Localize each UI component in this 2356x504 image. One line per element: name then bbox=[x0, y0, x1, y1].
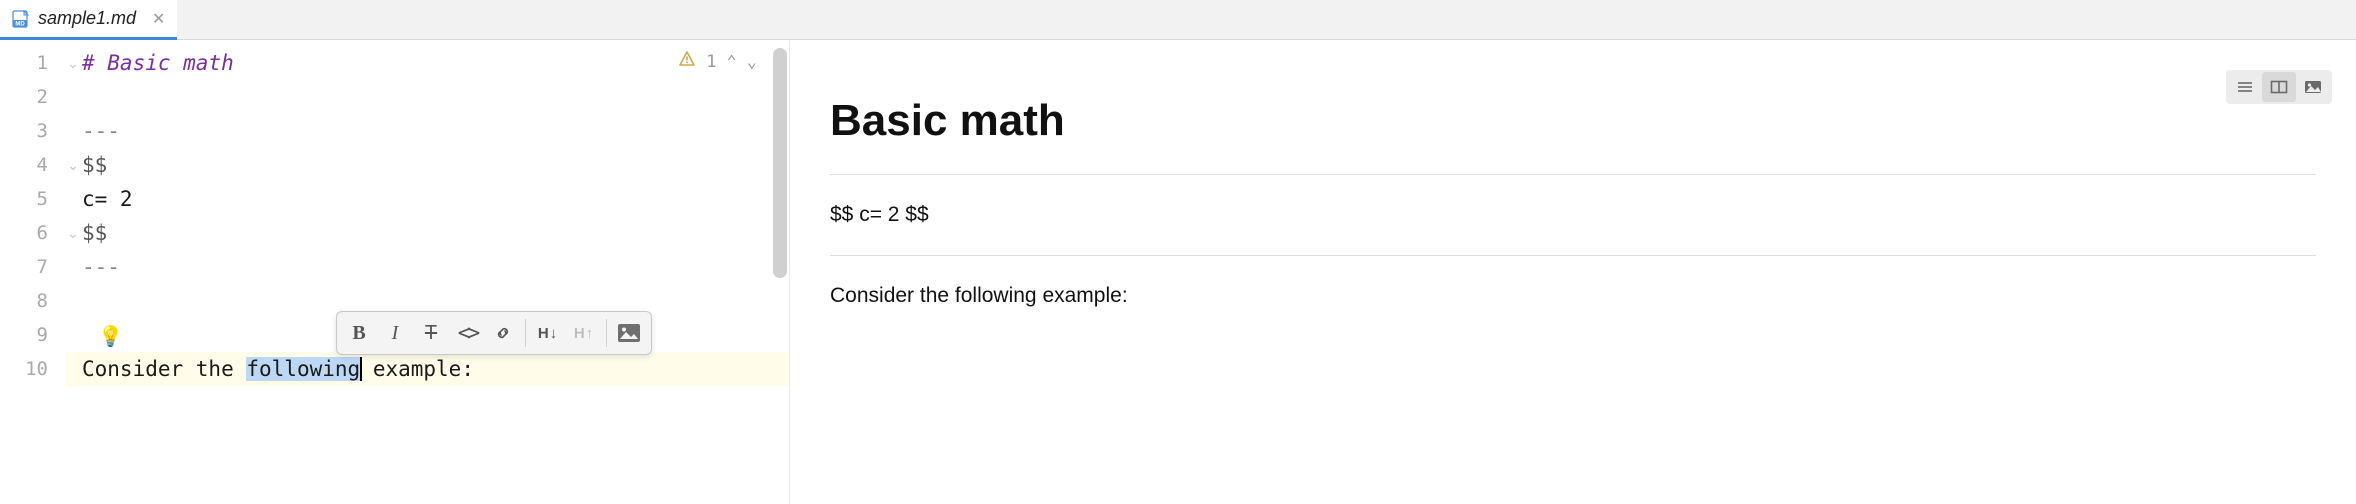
code-line[interactable]: --- bbox=[80, 114, 789, 148]
code-line[interactable]: Consider the following example: bbox=[80, 352, 789, 386]
preview-heading: Basic math bbox=[830, 96, 2316, 146]
preview-rule bbox=[830, 255, 2316, 256]
preview-rule bbox=[830, 174, 2316, 175]
inspection-widget[interactable]: 1 ⌃ ⌄ bbox=[678, 50, 757, 73]
main-split: 1 2 3 4 5 6 7 8 9 10 ⌄ ⌄ ⌄ # Basic math bbox=[0, 40, 2356, 504]
warning-count: 1 bbox=[706, 52, 716, 72]
code-button[interactable]: <> bbox=[449, 315, 485, 351]
italic-button[interactable]: I bbox=[377, 315, 413, 351]
tab-bar: MD sample1.md ✕ bbox=[0, 0, 2356, 40]
view-preview-only-button[interactable] bbox=[2296, 72, 2330, 102]
line-number: 1 bbox=[0, 46, 48, 80]
heading-down-button[interactable]: H↓ bbox=[530, 315, 566, 351]
toolbar-separator bbox=[606, 319, 607, 347]
fold-column: ⌄ ⌄ ⌄ bbox=[66, 40, 80, 504]
lightbulb-icon[interactable]: 💡 bbox=[98, 324, 123, 348]
link-button[interactable] bbox=[485, 315, 521, 351]
code-line[interactable] bbox=[80, 80, 789, 114]
line-number: 7 bbox=[0, 250, 48, 284]
code-line[interactable]: c= 2 bbox=[80, 182, 789, 216]
warning-icon bbox=[678, 50, 696, 73]
line-number: 8 bbox=[0, 284, 48, 318]
preview-pane: Basic math $$ c= 2 $$ Consider the follo… bbox=[790, 40, 2356, 504]
text-selection: following bbox=[246, 357, 360, 381]
close-tab-icon[interactable]: ✕ bbox=[152, 9, 165, 29]
heading-up-button[interactable]: H↑ bbox=[566, 315, 602, 351]
preview-content: Basic math $$ c= 2 $$ Consider the follo… bbox=[830, 96, 2316, 308]
line-number: 6 bbox=[0, 216, 48, 250]
preview-view-toggle bbox=[2226, 70, 2332, 104]
next-problem-icon[interactable]: ⌄ bbox=[747, 52, 757, 72]
line-number-gutter: 1 2 3 4 5 6 7 8 9 10 bbox=[0, 40, 66, 504]
line-number: 2 bbox=[0, 80, 48, 114]
svg-text:MD: MD bbox=[15, 21, 25, 27]
code-line[interactable]: --- bbox=[80, 250, 789, 284]
bold-button[interactable]: B bbox=[341, 315, 377, 351]
markdown-file-icon: MD bbox=[12, 10, 30, 28]
fold-marker[interactable]: ⌄ bbox=[66, 148, 80, 182]
code-line[interactable]: $$ bbox=[80, 148, 789, 182]
line-number: 4 bbox=[0, 148, 48, 182]
preview-math: $$ c= 2 $$ bbox=[830, 203, 2316, 227]
strikethrough-button[interactable]: T bbox=[413, 315, 449, 351]
editor-tab[interactable]: MD sample1.md ✕ bbox=[0, 0, 177, 40]
view-split-button[interactable] bbox=[2262, 72, 2296, 102]
format-toolbar: B I T <> H↓ H↑ bbox=[336, 311, 652, 355]
line-number: 9 bbox=[0, 318, 48, 352]
image-button[interactable] bbox=[611, 315, 647, 351]
code-area[interactable]: # Basic math --- $$ c= 2 $$ --- Consider… bbox=[80, 40, 789, 504]
tab-filename: sample1.md bbox=[38, 8, 136, 29]
editor-pane: 1 2 3 4 5 6 7 8 9 10 ⌄ ⌄ ⌄ # Basic math bbox=[0, 40, 790, 504]
fold-marker[interactable]: ⌄ bbox=[66, 46, 80, 80]
line-number: 5 bbox=[0, 182, 48, 216]
toolbar-separator bbox=[525, 319, 526, 347]
code-line[interactable]: $$ bbox=[80, 216, 789, 250]
line-number: 3 bbox=[0, 114, 48, 148]
line-number: 10 bbox=[0, 352, 48, 386]
view-editor-only-button[interactable] bbox=[2228, 72, 2262, 102]
fold-marker[interactable]: ⌄ bbox=[66, 216, 80, 250]
preview-paragraph: Consider the following example: bbox=[830, 284, 2316, 308]
editor-scrollbar[interactable] bbox=[773, 48, 787, 278]
prev-problem-icon[interactable]: ⌃ bbox=[727, 52, 737, 72]
